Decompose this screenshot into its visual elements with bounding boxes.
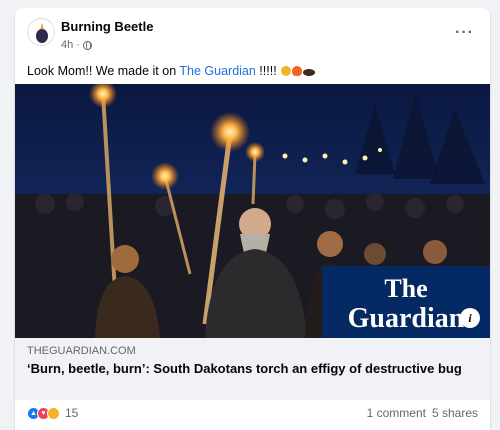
guardian-logo-line2: Guardian <box>348 303 465 334</box>
shares-count[interactable]: 5 shares <box>432 406 478 420</box>
author-name[interactable]: Burning Beetle <box>61 19 153 34</box>
link-preview[interactable]: THEGUARDIAN.COM ‘Burn, beetle, burn’: So… <box>15 338 490 400</box>
article-photo[interactable]: The Guardian i <box>15 84 490 338</box>
post-text: Look Mom!! We made it on The Guardian !!… <box>27 64 316 78</box>
meta-separator: · <box>76 39 80 51</box>
post-card: Burning Beetle 4h · ··· Look Mom!! We ma… <box>15 8 490 430</box>
reactions-summary[interactable]: ▲ ♥ <box>27 406 60 420</box>
comments-count[interactable]: 1 comment <box>367 406 426 420</box>
post-time[interactable]: 4h <box>61 39 73 51</box>
guardian-link[interactable]: The Guardian <box>179 64 255 78</box>
post-meta: 4h · <box>61 39 92 51</box>
guardian-logo-line1: The <box>384 274 427 303</box>
reaction-count[interactable]: 15 <box>65 406 78 420</box>
link-headline[interactable]: ‘Burn, beetle, burn’: South Dakotans tor… <box>27 360 478 377</box>
shocked-emoji-icon <box>281 66 292 76</box>
beetle-emoji-icon <box>303 69 316 76</box>
post-text-end: !!!!! <box>255 64 281 78</box>
engagement-bar: ▲ ♥ 15 1 comment 5 shares <box>27 404 478 422</box>
haha-icon <box>47 406 60 420</box>
post-header: Burning Beetle 4h · ··· <box>27 18 478 62</box>
engagement-stats: 1 comment 5 shares <box>367 406 478 420</box>
torch-crowd-image: The Guardian <box>15 84 490 338</box>
info-icon[interactable]: i <box>460 308 480 328</box>
page-avatar[interactable] <box>27 18 55 46</box>
globe-icon <box>82 40 92 50</box>
fire-emoji-icon <box>292 66 303 76</box>
more-options-button[interactable]: ··· <box>455 24 474 42</box>
post-text-start: Look Mom!! We made it on <box>27 64 180 78</box>
link-domain: THEGUARDIAN.COM <box>27 345 136 357</box>
